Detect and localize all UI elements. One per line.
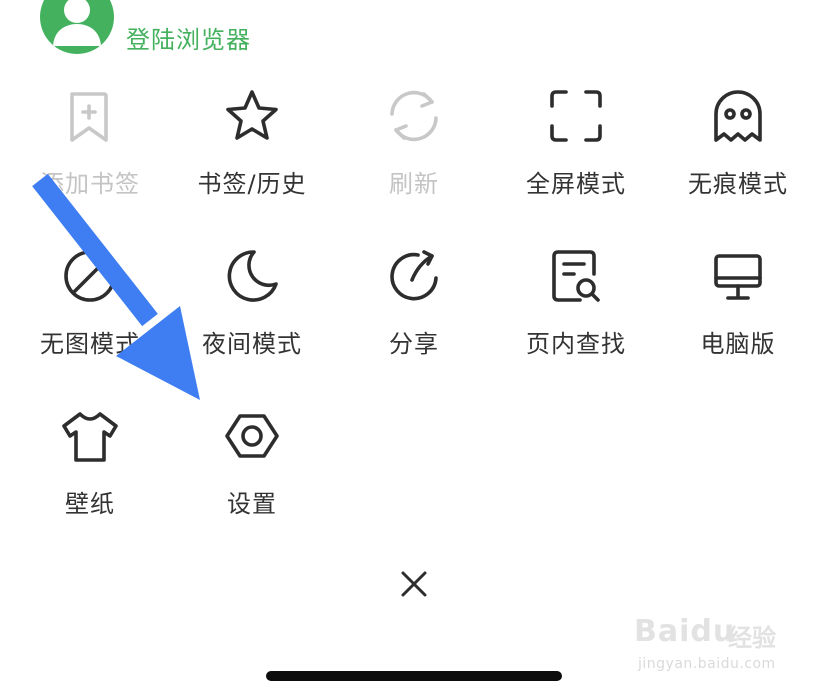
find-in-page-label: 页内查找	[526, 330, 626, 358]
share-icon	[382, 244, 446, 308]
incognito-label: 无痕模式	[688, 170, 788, 198]
refresh-icon	[382, 84, 446, 148]
watermark-url: jingyan.baidu.com	[638, 656, 776, 672]
user-icon	[53, 0, 101, 46]
bookmarks-history-label: 书签/历史	[197, 170, 307, 198]
ghost-icon	[706, 84, 770, 148]
watermark-brand: Baidu	[634, 614, 736, 649]
hexagon-nut-icon	[220, 404, 284, 468]
avatar[interactable]	[40, 0, 114, 54]
home-indicator[interactable]	[266, 671, 562, 681]
fullscreen-button[interactable]: 全屏模式	[495, 80, 657, 240]
share-button[interactable]: 分享	[333, 240, 495, 400]
settings-button[interactable]: 设置	[171, 400, 333, 560]
watermark-brand-cn: 经验	[728, 624, 776, 652]
login-label[interactable]: 登陆浏览器	[126, 20, 251, 55]
moon-icon	[220, 244, 284, 308]
settings-label: 设置	[227, 490, 277, 518]
desktop-version-button[interactable]: 电脑版	[657, 240, 819, 400]
add-bookmark-label: 添加书签	[40, 170, 140, 198]
desktop-version-label: 电脑版	[700, 330, 776, 358]
wallpaper-button[interactable]: 壁纸	[9, 400, 171, 560]
fullscreen-icon	[544, 84, 608, 148]
find-in-page-icon	[544, 244, 608, 308]
no-image-button[interactable]: 无图模式	[9, 240, 171, 400]
tshirt-icon	[58, 404, 122, 468]
share-label: 分享	[389, 330, 439, 358]
refresh-label: 刷新	[389, 170, 439, 198]
login-header[interactable]: 登陆浏览器	[40, 0, 251, 54]
close-button[interactable]	[392, 562, 436, 606]
night-mode-button[interactable]: 夜间模式	[171, 240, 333, 400]
no-image-icon	[58, 244, 122, 308]
bookmark-plus-icon	[58, 84, 122, 148]
night-mode-label: 夜间模式	[202, 330, 302, 358]
fullscreen-label: 全屏模式	[526, 170, 626, 198]
monitor-icon	[706, 244, 770, 308]
refresh-button[interactable]: 刷新	[333, 80, 495, 240]
baidu-watermark: Baidu 经验 jingyan.baidu.com	[634, 604, 784, 684]
no-image-label: 无图模式	[40, 330, 140, 358]
add-bookmark-button[interactable]: 添加书签	[9, 80, 171, 240]
find-in-page-button[interactable]: 页内查找	[495, 240, 657, 400]
bookmarks-history-button[interactable]: 书签/历史	[171, 80, 333, 240]
wallpaper-label: 壁纸	[65, 490, 115, 518]
close-icon	[401, 571, 427, 597]
incognito-button[interactable]: 无痕模式	[657, 80, 819, 240]
star-icon	[220, 84, 284, 148]
